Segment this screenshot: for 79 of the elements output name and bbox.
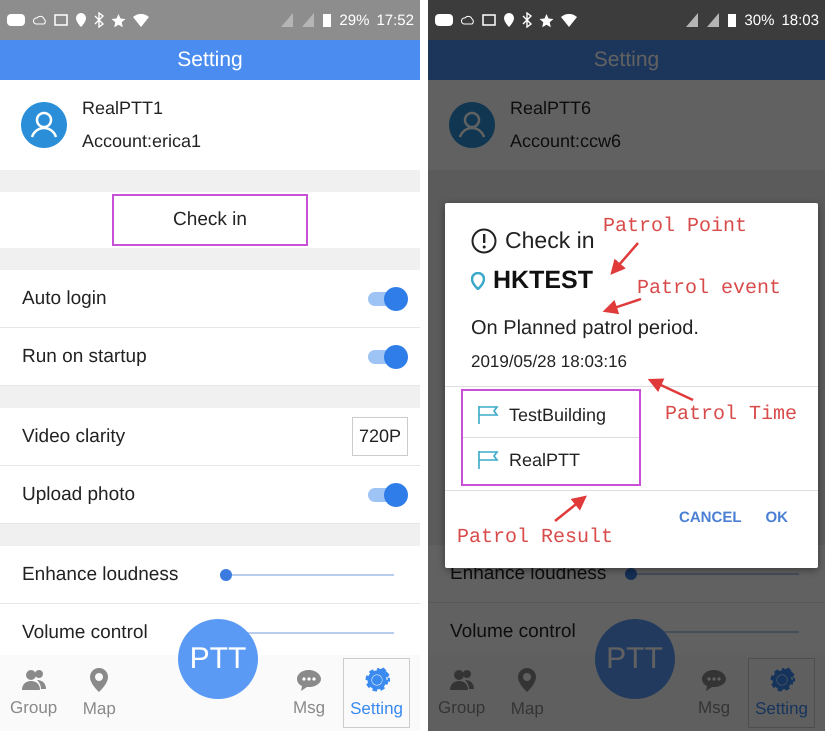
wifi-icon <box>561 14 577 26</box>
setting-label: Volume control <box>450 620 576 642</box>
signal-icon <box>706 12 720 28</box>
patrol-event-text: On Planned patrol period. <box>471 317 699 340</box>
toggle-switch[interactable] <box>366 344 408 368</box>
slider-thumb[interactable] <box>625 568 637 580</box>
flag-icon <box>477 405 499 425</box>
slider-thumb[interactable] <box>220 568 232 580</box>
setting-label: Video clarity <box>22 426 126 448</box>
signal-icon <box>280 12 294 28</box>
chat-bubble-icon <box>296 668 322 692</box>
map-pin-icon <box>471 272 485 290</box>
header-title: Setting <box>428 40 825 80</box>
message-icon <box>434 13 454 27</box>
nav-tab[interactable]: Setting <box>748 658 815 728</box>
message-icon <box>6 13 26 27</box>
setting-label: Enhance loudness <box>22 564 178 586</box>
toggle-switch[interactable] <box>366 286 408 310</box>
image-icon <box>54 14 68 26</box>
settings-icon <box>364 667 390 693</box>
map-pin-icon <box>89 667 110 693</box>
annotation-arrow <box>610 242 639 275</box>
dialog-button[interactable]: OK <box>758 505 796 530</box>
annotation-arrow <box>602 298 642 314</box>
toggle-switch[interactable] <box>366 482 408 506</box>
battery-icon <box>727 12 738 28</box>
annotation-label: Patrol event <box>637 277 782 300</box>
account-text: Account:erica1 <box>82 131 202 152</box>
annotation-arrow <box>554 495 587 522</box>
user-name: RealPTT1 <box>82 98 164 119</box>
wifi-icon <box>133 14 149 26</box>
patrol-time-text: 2019/05/28 18:03:16 <box>470 351 628 372</box>
cloud-icon <box>461 14 475 26</box>
user-avatar-icon <box>448 101 496 149</box>
exclamation-circle-icon <box>471 228 497 254</box>
star-icon <box>539 12 554 28</box>
setting-label: Auto login <box>22 288 107 310</box>
people-icon <box>20 668 47 692</box>
people-icon <box>448 668 475 692</box>
annotation-arrow <box>648 378 694 402</box>
setting-label: Volume control <box>22 622 148 644</box>
location-icon <box>75 12 87 28</box>
annotation-label: Patrol Point <box>603 215 748 238</box>
patrol-result-name: RealPTT <box>509 450 580 470</box>
bluetooth-icon <box>522 12 532 28</box>
patrol-result-name: TestBuilding <box>509 404 606 426</box>
check-in-button[interactable]: Check in <box>112 194 308 246</box>
star-icon <box>111 12 126 28</box>
flag-icon <box>477 450 499 470</box>
battery-icon <box>322 12 332 28</box>
signal-icon <box>301 12 316 28</box>
cloud-icon <box>33 14 47 26</box>
nav-tab[interactable]: Msg <box>287 668 332 718</box>
user-avatar-icon <box>20 101 68 149</box>
patrol-point-name: HKTEST <box>493 266 593 295</box>
user-name: RealPTT6 <box>510 98 592 119</box>
setting-label: Run on startup <box>22 346 147 368</box>
settings-icon <box>768 667 795 693</box>
battery-percent: 29% <box>339 12 370 28</box>
map-pin-icon <box>517 667 538 693</box>
signal-icon <box>685 12 700 28</box>
chat-bubble-icon <box>701 668 728 692</box>
battery-percent: 30% <box>744 12 774 28</box>
annotation-label: Patrol Result <box>457 526 614 549</box>
status-time: 18:03 <box>781 12 819 28</box>
header-title: Setting <box>0 40 420 80</box>
dialog-title: Check in <box>505 227 594 254</box>
nav-tab[interactable]: Map <box>77 667 122 719</box>
setting-label: Upload photo <box>22 484 136 506</box>
image-icon <box>482 14 496 26</box>
nav-tab[interactable]: Setting <box>343 658 410 728</box>
nav-tab[interactable]: Group <box>10 668 58 718</box>
account-text: Account:ccw6 <box>510 131 622 152</box>
bluetooth-icon <box>94 12 104 28</box>
location-icon <box>503 12 515 28</box>
video-clarity-select[interactable]: 720P <box>352 417 408 456</box>
dialog-button[interactable]: CANCEL <box>671 505 750 530</box>
annotation-label: Patrol Time <box>665 403 798 426</box>
status-time: 17:52 <box>376 12 414 28</box>
